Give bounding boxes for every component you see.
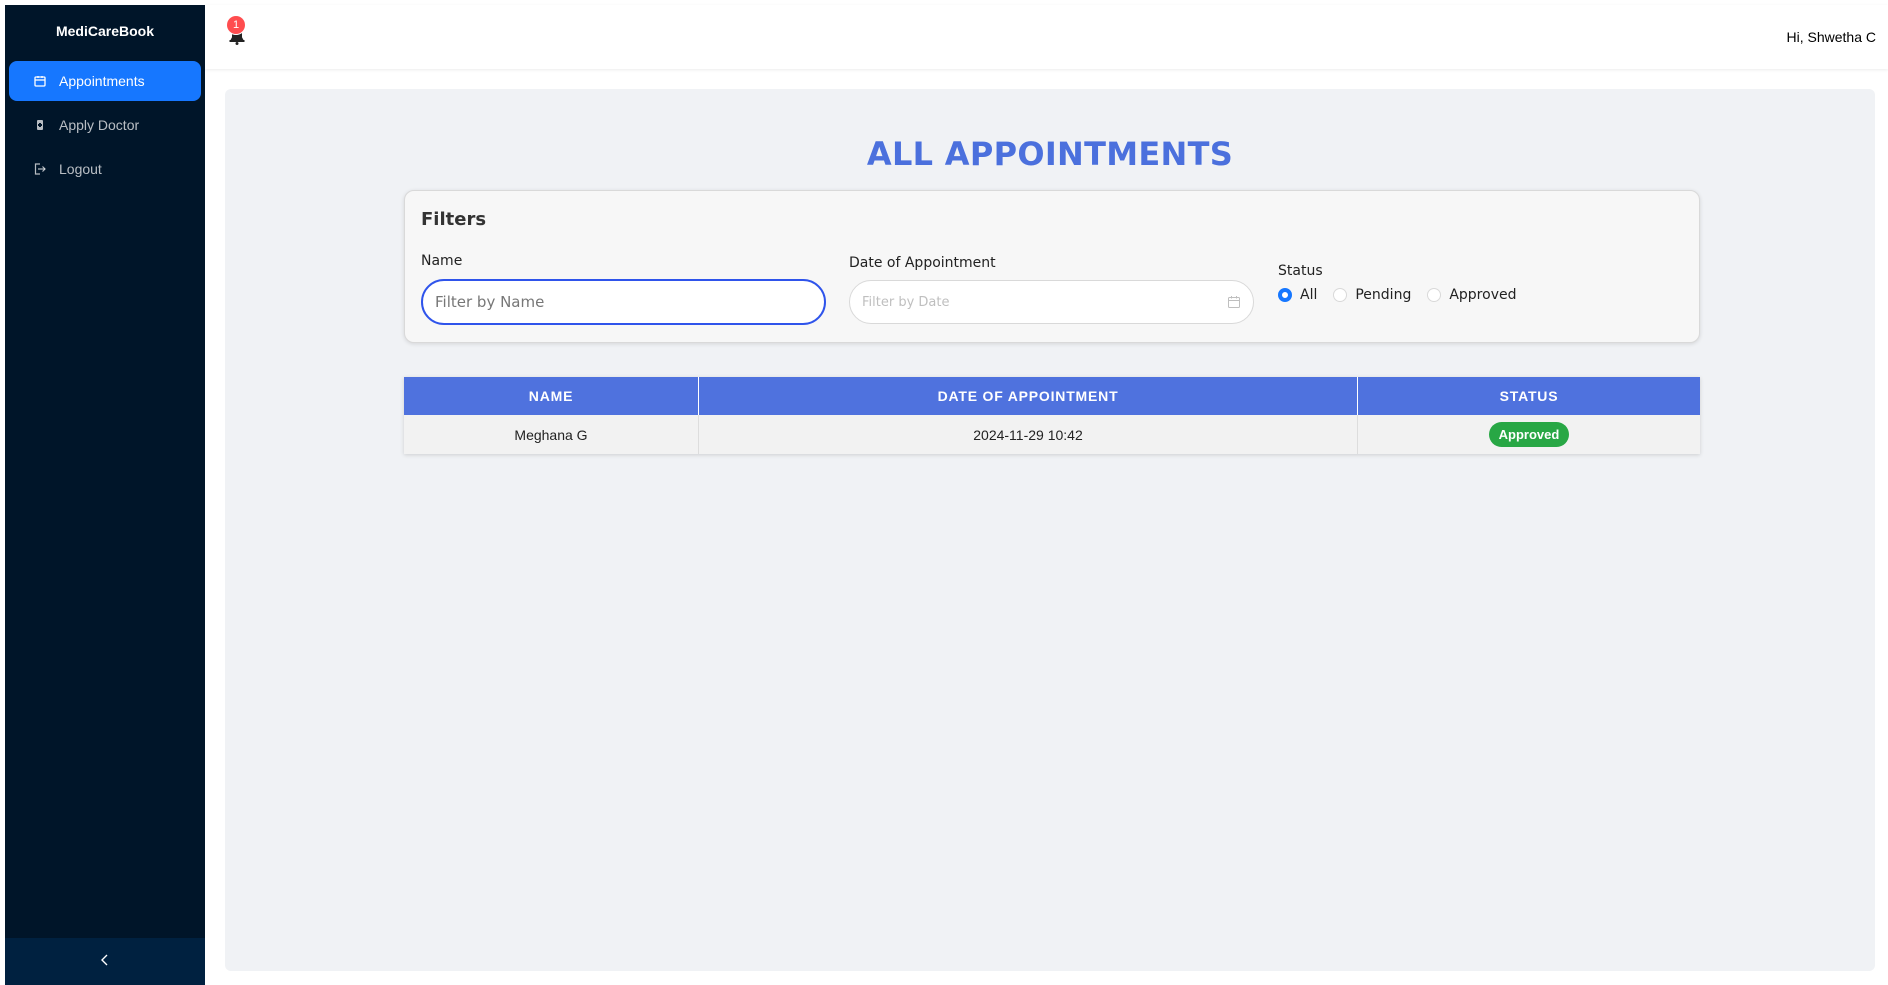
logout-icon <box>33 162 47 176</box>
radio-label: Pending <box>1355 287 1412 303</box>
column-header-name[interactable]: NAME <box>404 377 699 415</box>
appointments-table: NAME DATE OF APPOINTMENT STATUS Meghana … <box>404 377 1700 454</box>
date-filter-label: Date of Appointment <box>849 255 996 271</box>
cell-status: Approved <box>1358 415 1700 454</box>
sidebar-item-label: Appointments <box>59 73 145 89</box>
date-filter-input[interactable] <box>849 280 1254 324</box>
sidebar-item-label: Apply Doctor <box>59 117 140 133</box>
radio-checked-icon <box>1278 288 1292 302</box>
sidebar-item-logout[interactable]: Logout <box>9 149 201 189</box>
radio-label: Approved <box>1449 287 1517 303</box>
sidebar-item-label: Logout <box>59 161 102 177</box>
sidebar-item-apply-doctor[interactable]: Apply Doctor <box>9 105 201 145</box>
cell-date: 2024-11-29 10:42 <box>699 415 1358 454</box>
radio-label: All <box>1300 287 1318 303</box>
sidebar: MediCareBook Appointments Apply Doctor L… <box>5 5 205 985</box>
column-header-status[interactable]: STATUS <box>1358 377 1700 415</box>
status-radio-all[interactable]: All <box>1278 287 1317 303</box>
status-radio-pending[interactable]: Pending <box>1333 287 1411 303</box>
app-frame: MediCareBook Appointments Apply Doctor L… <box>5 5 1888 985</box>
sidebar-collapse-button[interactable] <box>5 938 205 985</box>
brand-logo: MediCareBook <box>55 23 155 39</box>
name-filter-label: Name <box>421 253 463 269</box>
status-radio-approved[interactable]: Approved <box>1427 287 1516 303</box>
calendar-icon[interactable] <box>1227 295 1241 309</box>
status-badge: Approved <box>1488 422 1570 447</box>
page-title: ALL APPOINTMENTS <box>866 135 1234 173</box>
chevron-left-icon <box>99 953 111 971</box>
main-content: ALL APPOINTMENTS Filters Name Date of Ap… <box>225 89 1875 971</box>
sidebar-item-appointments[interactable]: Appointments <box>9 61 201 101</box>
radio-unchecked-icon <box>1333 288 1348 302</box>
cell-name: Meghana G <box>404 415 699 454</box>
calendar-icon <box>33 74 47 88</box>
table-row[interactable]: Meghana G 2024-11-29 10:42 Approved <box>404 415 1700 454</box>
column-header-date[interactable]: DATE OF APPOINTMENT <box>699 377 1358 415</box>
filters-title: Filters <box>421 209 487 230</box>
status-filter-label: Status <box>1278 263 1323 279</box>
table-header: NAME DATE OF APPOINTMENT STATUS <box>404 377 1700 415</box>
notification-badge: 1 <box>227 16 245 34</box>
top-header: 1 Hi, Shwetha C <box>205 5 1888 69</box>
sidebar-menu: Appointments Apply Doctor Logout <box>5 61 205 189</box>
name-filter-input[interactable] <box>421 279 826 325</box>
status-radio-group: All Pending Approved <box>1278 287 1532 303</box>
doctor-icon <box>33 118 47 132</box>
filters-card: Filters Name Date of Appointment Status … <box>404 190 1700 343</box>
user-greeting: Hi, Shwetha C <box>1786 29 1876 45</box>
radio-unchecked-icon <box>1427 288 1442 302</box>
